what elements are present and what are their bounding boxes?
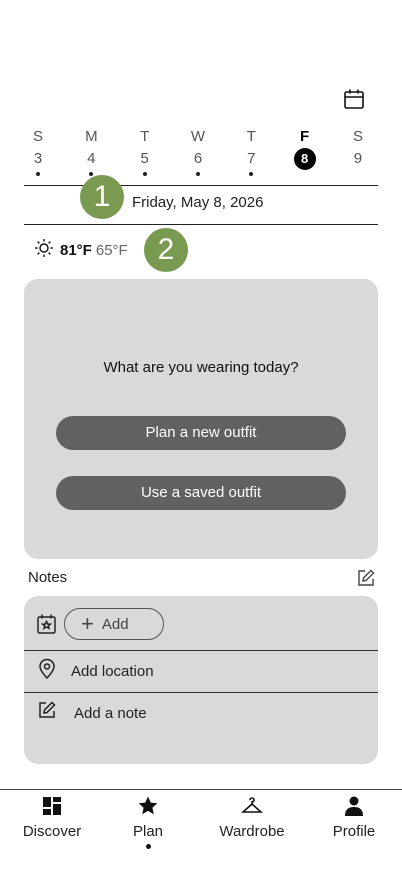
day-thursday[interactable]: T 7: [233, 126, 269, 186]
day-friday-selected[interactable]: F 8: [287, 126, 323, 186]
day-sunday[interactable]: S 3: [20, 126, 56, 186]
star-icon: [137, 795, 159, 817]
hanger-icon: [240, 795, 264, 817]
add-note-row[interactable]: Add a note: [74, 705, 147, 722]
day-number: 4: [87, 150, 96, 167]
divider: [24, 650, 378, 651]
nav-plan[interactable]: Plan: [126, 794, 170, 849]
day-number: 7: [247, 150, 256, 167]
day-of-week: S: [352, 128, 363, 145]
use-saved-outfit-button[interactable]: Use a saved outfit: [56, 476, 346, 510]
divider: [24, 185, 378, 186]
nav-label: Profile: [332, 823, 376, 840]
nav-label: Wardrobe: [219, 823, 285, 840]
day-of-week: S: [32, 128, 43, 145]
selected-date: Friday, May 8, 2026: [132, 194, 264, 211]
step-badge-1: 1: [80, 175, 124, 219]
day-of-week: T: [246, 128, 256, 145]
note-edit-icon: [37, 700, 57, 725]
nav-label: Discover: [22, 823, 82, 840]
temp-high: 81°F: [60, 241, 92, 259]
bottom-nav: Discover Plan Wardrobe Profile: [0, 794, 402, 854]
active-indicator: [145, 844, 151, 849]
day-number: 8: [293, 148, 316, 170]
day-of-week: F: [300, 128, 310, 145]
person-icon: [343, 795, 365, 817]
add-label: Add: [101, 615, 129, 633]
temp-low: 65°F: [95, 241, 128, 259]
outfit-question: What are you wearing today?: [103, 359, 299, 376]
plus-icon: +: [81, 611, 94, 636]
event-dot: [36, 172, 40, 176]
event-dot: [89, 172, 94, 176]
day-wednesday[interactable]: W 6: [180, 126, 216, 186]
location-pin-icon: [37, 658, 57, 685]
event-dot: [195, 172, 200, 176]
notes-label: Notes: [28, 569, 68, 586]
day-of-week: W: [190, 128, 206, 145]
nav-label: Plan: [132, 823, 164, 840]
day-saturday[interactable]: S 9: [340, 126, 376, 186]
divider: [24, 692, 378, 693]
day-number: 5: [140, 150, 149, 167]
day-of-week: M: [85, 128, 98, 145]
day-of-week: T: [140, 128, 150, 145]
sun-icon: [34, 238, 54, 262]
notes-card: + Add Add location Add a note: [24, 596, 378, 764]
nav-profile[interactable]: Profile: [330, 794, 378, 840]
grid-icon: [41, 795, 63, 817]
divider: [24, 224, 378, 225]
nav-wardrobe[interactable]: Wardrobe: [212, 794, 292, 840]
calendar-icon[interactable]: [343, 88, 365, 110]
edit-icon[interactable]: [356, 568, 376, 588]
outfit-card: What are you wearing today? Plan a new o…: [24, 279, 378, 559]
week-strip: S 3 M 4 T 5 W 6 T 7 F 8 S 9: [20, 126, 376, 186]
add-location-row[interactable]: Add location: [71, 663, 154, 680]
step-badge-2: 2: [144, 228, 188, 272]
nav-discover[interactable]: Discover: [20, 794, 84, 840]
plan-new-outfit-button[interactable]: Plan a new outfit: [56, 416, 346, 450]
event-dot: [249, 172, 254, 176]
day-number: 6: [193, 150, 203, 167]
calendar-star-icon: [36, 613, 58, 640]
weather-summary: 81°F 65°F: [34, 238, 128, 262]
day-tuesday[interactable]: T 5: [127, 126, 163, 186]
nav-divider: [0, 789, 402, 790]
add-event-button[interactable]: + Add: [64, 608, 164, 640]
day-number: 9: [353, 150, 363, 167]
event-dot: [142, 172, 147, 176]
day-number: 3: [33, 150, 43, 167]
